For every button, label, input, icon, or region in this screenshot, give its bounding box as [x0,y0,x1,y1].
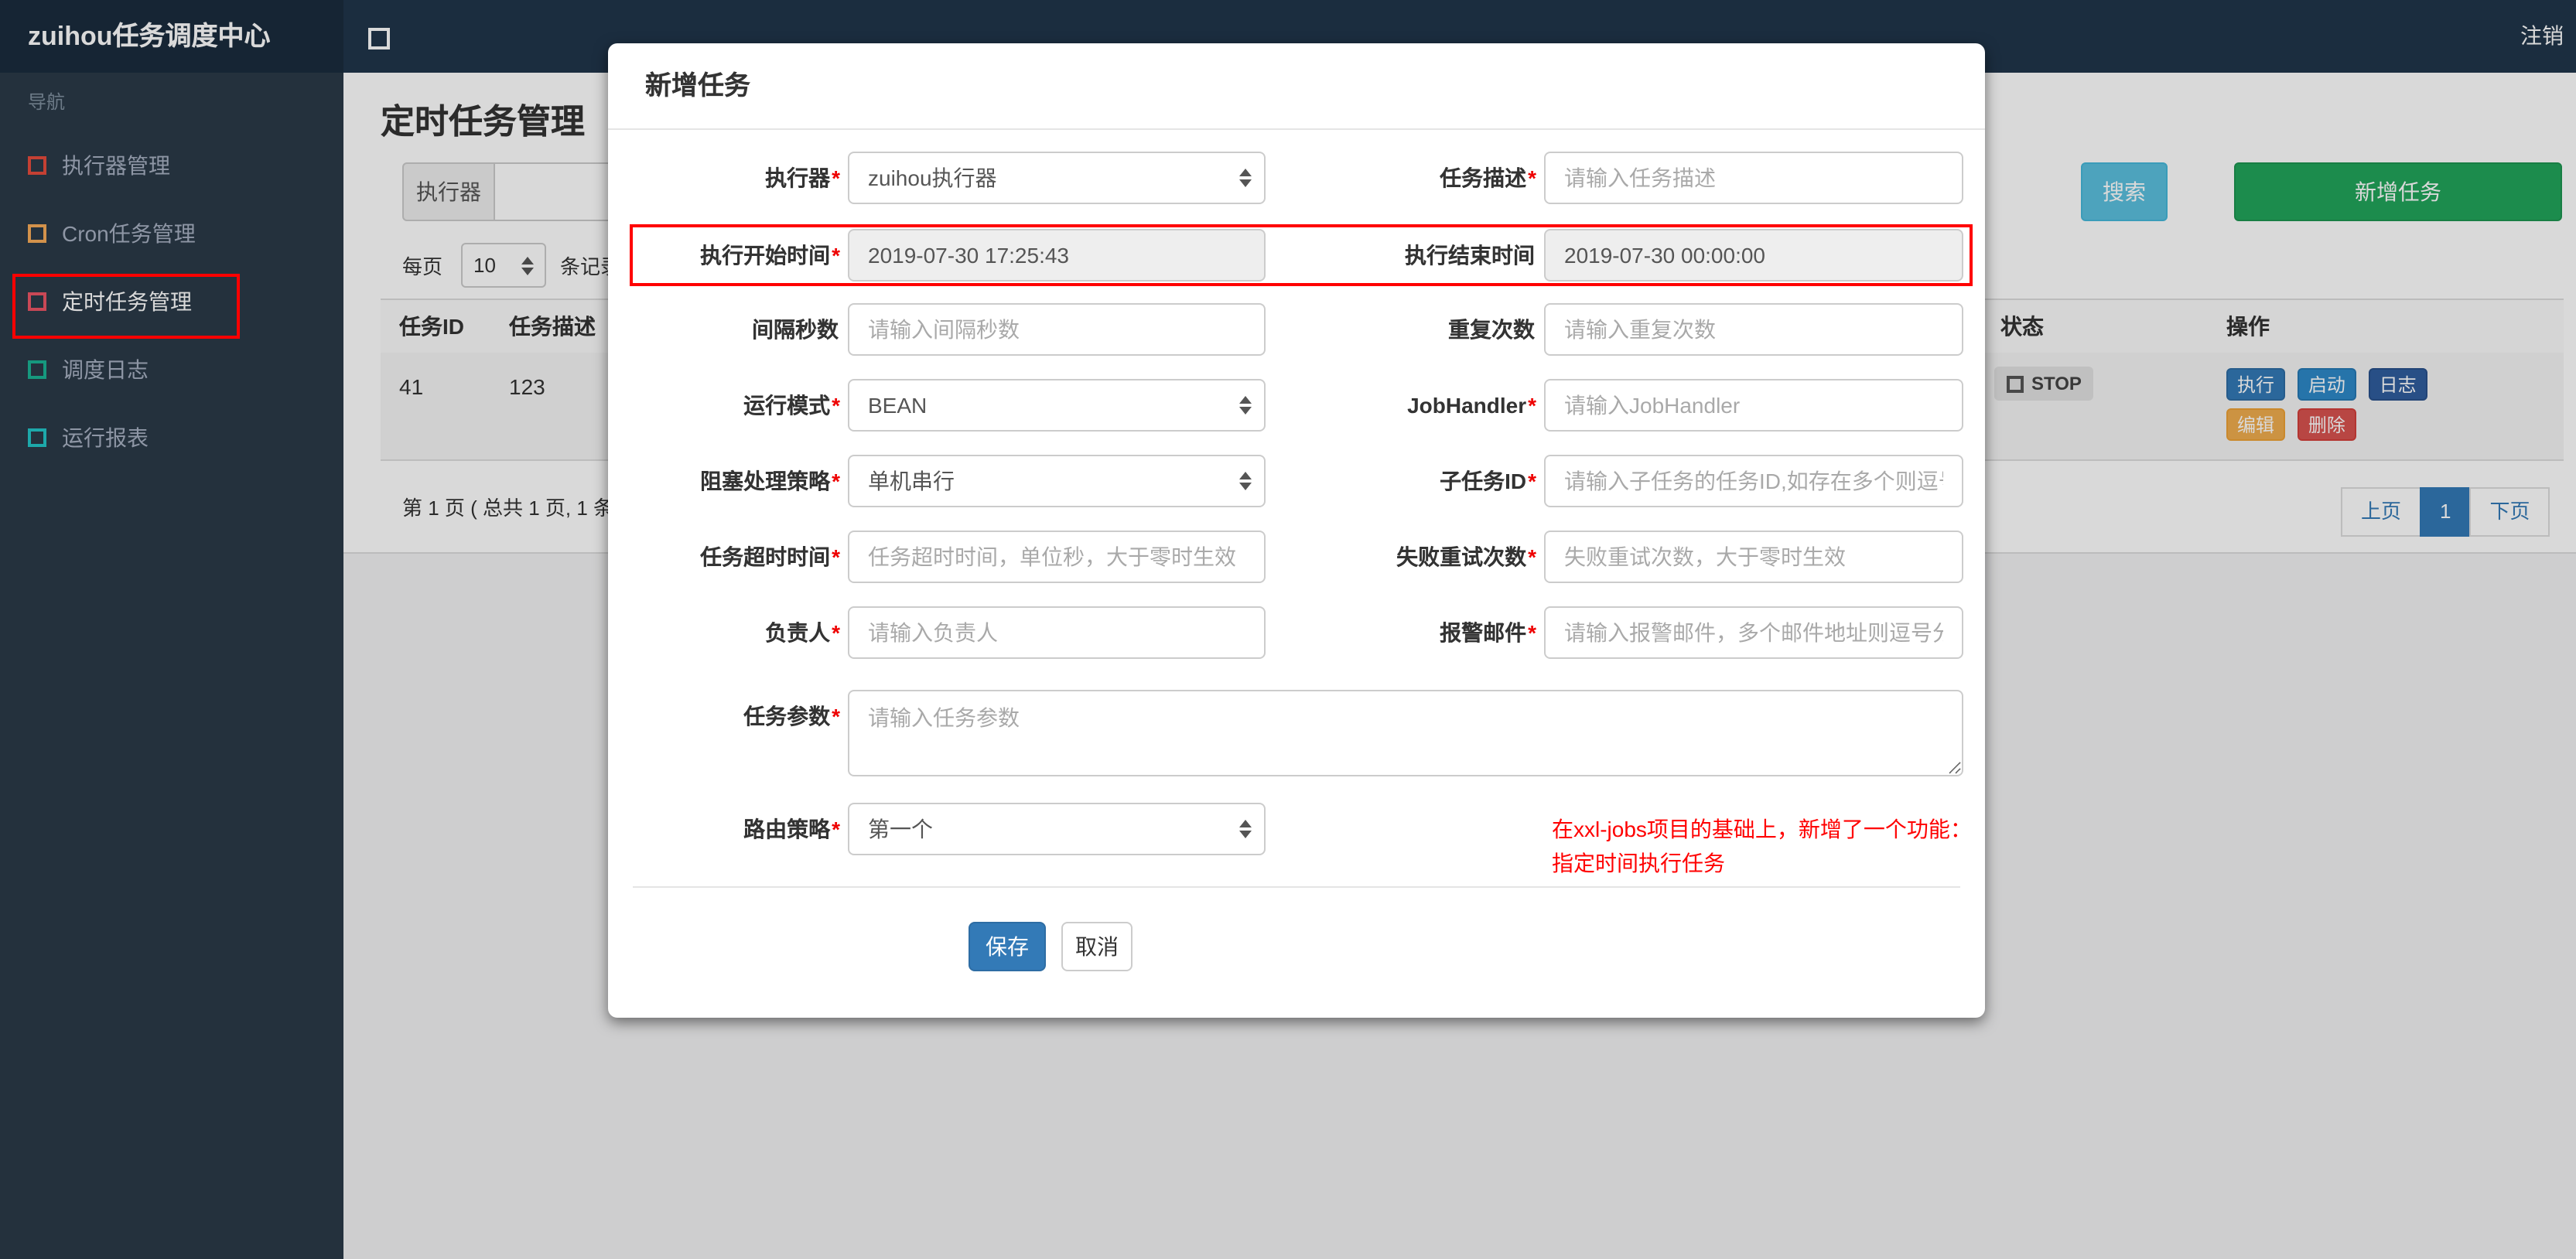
interval-input[interactable] [848,303,1266,356]
modal-divider [633,886,1960,888]
retry-input[interactable] [1544,531,1963,583]
repeat-input[interactable] [1544,303,1963,356]
alarm-email-input[interactable] [1544,606,1963,659]
block-strategy-label: 阻塞处理策略 * [700,469,840,493]
run-mode-select[interactable]: BEAN [848,379,1266,432]
task-desc-label: 任务描述 * [1440,165,1536,190]
owner-input[interactable] [848,606,1266,659]
route-strategy-select[interactable]: 第一个 [848,803,1266,855]
end-time-label: 执行结束时间 [1405,243,1535,268]
timeout-label: 任务超时时间 * [700,544,840,569]
select-arrows-icon [1239,396,1252,415]
modal-header: 新增任务 [608,43,1985,130]
retry-label: 失败重试次数 * [1396,544,1536,569]
interval-label: 间隔秒数 [752,317,839,342]
block-strategy-select[interactable]: 单机串行 [848,455,1266,507]
task-desc-input[interactable] [1544,152,1963,204]
select-arrows-icon [1239,820,1252,838]
params-textarea[interactable] [848,690,1963,776]
jobhandler-label: JobHandler * [1407,393,1536,418]
executor-label: 执行器 * [765,165,840,190]
alarm-email-label: 报警邮件 * [1440,620,1536,645]
child-job-label: 子任务ID * [1440,469,1536,493]
save-button[interactable]: 保存 [969,922,1046,971]
child-job-input[interactable] [1544,455,1963,507]
cancel-button[interactable]: 取消 [1061,922,1133,971]
owner-label: 负责人 * [765,620,840,645]
run-mode-label: 运行模式 * [743,393,840,418]
modal-title: 新增任务 [645,71,750,101]
start-time-label: 执行开始时间 * [700,243,840,268]
timeout-input[interactable] [848,531,1266,583]
start-time-input[interactable] [848,229,1266,281]
repeat-label: 重复次数 [1448,317,1535,342]
select-arrows-icon [1239,472,1252,490]
executor-select[interactable]: zuihou执行器 [848,152,1266,204]
route-strategy-label: 路由策略 * [743,817,840,841]
end-time-input[interactable] [1544,229,1963,281]
feature-note: 在xxl-jobs项目的基础上，新增了一个功能： 指定时间执行任务 [1552,817,1972,875]
select-arrows-icon [1239,169,1252,187]
params-label: 任务参数 * [743,704,840,728]
jobhandler-input[interactable] [1544,379,1963,432]
add-task-modal: 新增任务 执行器* zuihou执行器 任务描述* 执行开始时间* 执行结束时间… [608,43,1985,1018]
app-window: zuihou任务调度中心 注销 导航 执行器管理 Cron任务管理 定时任务管理… [0,0,2576,1259]
